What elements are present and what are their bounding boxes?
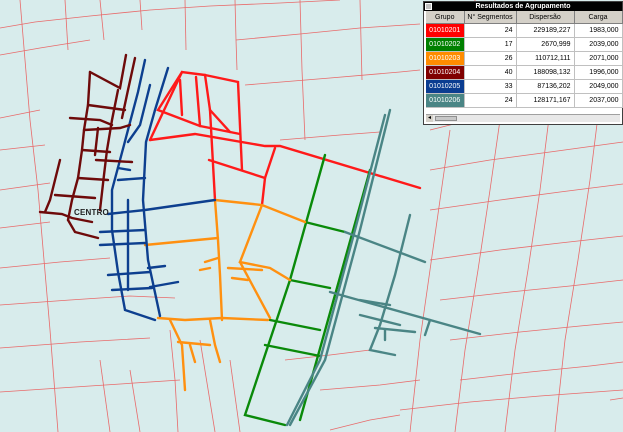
results-window-titlebar[interactable]: Resultados de Agrupamento <box>424 2 622 11</box>
group-id-cell: 01010203 <box>426 51 465 66</box>
group-id-cell: 01010205 <box>426 79 465 94</box>
table-row[interactable]: 01010205 33 87136,202 2049,000 <box>426 79 623 94</box>
dispersion-cell: 2670,999 <box>516 37 575 52</box>
segment-count-cell: 24 <box>464 23 517 38</box>
segment-count-cell: 17 <box>464 37 517 52</box>
dispersion-cell: 229189,227 <box>516 23 575 38</box>
segment-count-cell: 40 <box>464 65 517 80</box>
load-cell: 2037,000 <box>574 93 623 108</box>
column-header-dispersao[interactable]: Dispersão <box>516 11 575 24</box>
scroll-left-arrow-icon[interactable]: ◂ <box>426 115 433 122</box>
column-header-carga[interactable]: Carga <box>574 11 623 24</box>
centro-label: CENTRO <box>74 208 109 217</box>
group-id-cell: 01010204 <box>426 65 465 80</box>
segment-count-cell: 26 <box>464 51 517 66</box>
window-system-icon[interactable] <box>425 3 432 10</box>
load-cell: 1996,000 <box>574 65 623 80</box>
dispersion-cell: 87136,202 <box>516 79 575 94</box>
segment-count-cell: 24 <box>464 93 517 108</box>
table-row[interactable]: 01010201 24 229189,227 1983,000 <box>426 23 623 38</box>
scrollbar-thumb[interactable] <box>435 116 457 121</box>
load-cell: 2071,000 <box>574 51 623 66</box>
results-window-title: Resultados de Agrupamento <box>475 3 571 10</box>
dispersion-cell: 188098,132 <box>516 65 575 80</box>
group-id-cell: 01010201 <box>426 23 465 38</box>
group-id-cell: 01010206 <box>426 93 465 108</box>
dispersion-cell: 110712,111 <box>516 51 575 66</box>
segment-count-cell: 33 <box>464 79 517 94</box>
column-header-grupo[interactable]: Grupo <box>426 11 465 24</box>
results-table: Grupo N° Segmentos Dispersão Carga 01010… <box>426 11 623 108</box>
table-row[interactable]: 01010202 17 2670,999 2039,000 <box>426 37 623 52</box>
load-cell: 2049,000 <box>574 79 623 94</box>
results-window[interactable]: Resultados de Agrupamento Grupo N° Segme… <box>423 1 623 125</box>
column-header-segmentos[interactable]: N° Segmentos <box>464 11 517 24</box>
results-header-row: Grupo N° Segmentos Dispersão Carga <box>426 11 623 24</box>
table-row[interactable]: 01010203 26 110712,111 2071,000 <box>426 51 623 66</box>
load-cell: 1983,000 <box>574 23 623 38</box>
table-row[interactable]: 01010204 40 188098,132 1996,000 <box>426 65 623 80</box>
dispersion-cell: 128171,167 <box>516 93 575 108</box>
table-row[interactable]: 01010206 24 128171,167 2037,000 <box>426 93 623 108</box>
group-id-cell: 01010202 <box>426 37 465 52</box>
load-cell: 2039,000 <box>574 37 623 52</box>
horizontal-scrollbar[interactable]: ◂ <box>426 114 620 122</box>
